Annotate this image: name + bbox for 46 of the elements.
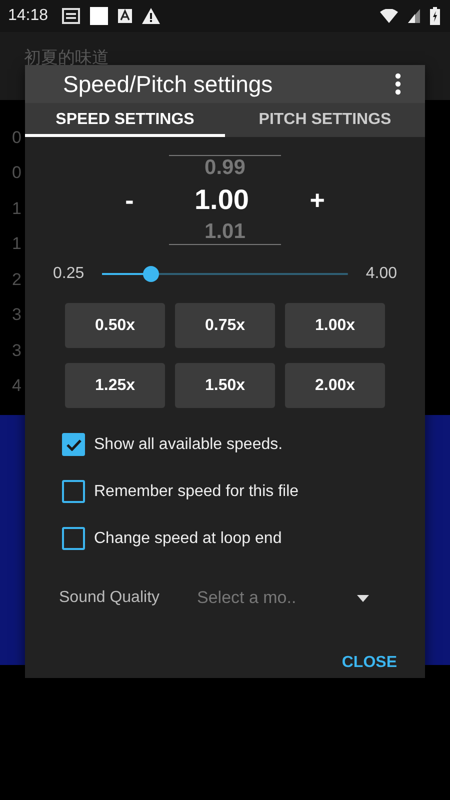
check-icon: [66, 438, 82, 450]
speed-preset-button[interactable]: 1.25x: [65, 363, 165, 408]
checkbox[interactable]: [62, 527, 85, 550]
speed-preset-button[interactable]: 0.50x: [65, 303, 165, 348]
track-number: 0: [12, 163, 22, 184]
next-value[interactable]: 1.01: [168, 220, 281, 245]
square-icon: [90, 7, 108, 25]
more-icon[interactable]: [395, 73, 401, 96]
min-label: 0.25: [53, 265, 84, 283]
app-title: 初夏的味道: [24, 47, 109, 69]
tab[interactable]: SPEED SETTINGS: [25, 103, 225, 137]
increase-button[interactable]: +: [304, 184, 331, 216]
slider-thumb[interactable]: [143, 266, 160, 282]
wifi-icon: [380, 9, 398, 23]
notification-icon: [62, 8, 80, 24]
signal-icon: [408, 9, 420, 23]
sound-quality-label: Sound Quality: [59, 589, 161, 607]
dropdown-arrow-icon: [357, 594, 369, 602]
previous-value[interactable]: 0.99: [168, 155, 281, 180]
decrease-button[interactable]: -: [119, 184, 140, 216]
track-number: 2: [12, 270, 22, 290]
speed-preset-button[interactable]: 0.75x: [175, 303, 275, 348]
option-label: Change speed at loop end: [94, 530, 282, 548]
speed-preset-button[interactable]: 2.00x: [285, 363, 385, 408]
track-number: 0: [12, 128, 22, 148]
track-number: 1: [12, 198, 22, 219]
track-number: 4: [12, 376, 22, 396]
dialog-title: Speed/Pitch settings: [63, 70, 273, 98]
checkbox[interactable]: [62, 480, 85, 503]
option-label: Show all available speeds.: [94, 436, 283, 454]
warning-icon: [142, 8, 160, 24]
current-value: 1.00: [193, 184, 250, 216]
speed-preset-button[interactable]: 1.00x: [285, 303, 385, 348]
sound-quality-dropdown[interactable]: Select a mo..: [197, 588, 369, 608]
track-number: 1: [12, 234, 22, 254]
status-time: 14:18: [8, 7, 48, 25]
close-button[interactable]: CLOSE: [342, 648, 397, 678]
battery-icon: [430, 7, 440, 25]
keyboard-icon: [118, 9, 132, 23]
max-label: 4.00: [366, 265, 397, 283]
track-number: 3: [12, 340, 22, 361]
option-label: Remember speed for this file: [94, 482, 299, 500]
tab[interactable]: PITCH SETTINGS: [225, 103, 425, 137]
track-number: 3: [12, 305, 22, 326]
speed-preset-button[interactable]: 1.50x: [175, 363, 275, 408]
checkbox[interactable]: [62, 433, 85, 456]
